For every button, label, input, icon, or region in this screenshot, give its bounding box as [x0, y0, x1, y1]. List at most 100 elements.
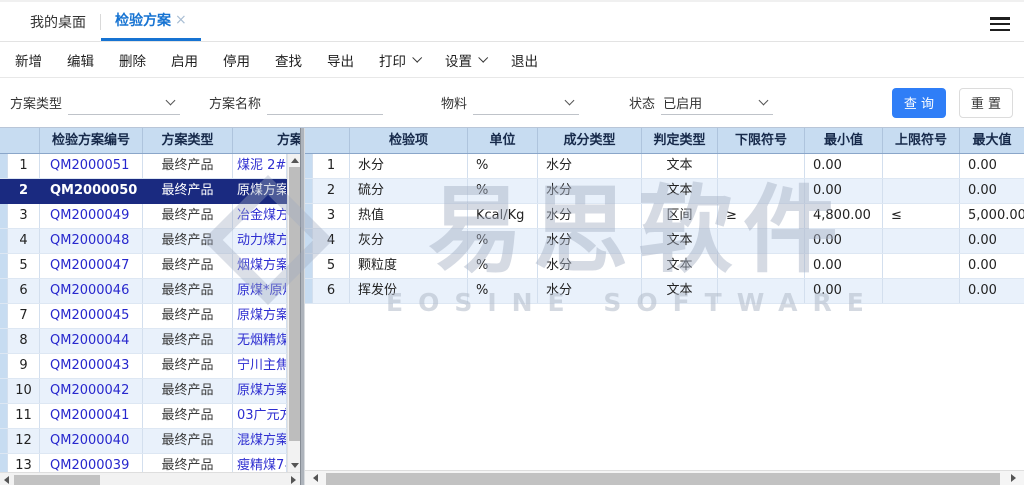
plan-row[interactable]: 4QM2000048最终产品动力煤方案 [0, 229, 287, 254]
enable-button[interactable]: 启用 [171, 50, 198, 70]
scrollbar-thumb[interactable] [289, 167, 300, 441]
plan-row[interactable]: 7QM2000045最终产品原煤方案 [0, 304, 287, 329]
plan-rows: 1QM2000051最终产品煤泥 2#方案 2QM2000050最终产品原煤方案… [0, 154, 287, 472]
col-plan-name: 方案名称 [233, 128, 300, 153]
find-button[interactable]: 查找 [275, 50, 302, 70]
grid-area: 检验方案编号 方案类型 方案名称 1QM2000051最终产品煤泥 2#方案 2… [0, 127, 1024, 485]
plan-code-link[interactable]: QM2000048 [40, 229, 143, 253]
col-plan-type: 方案类型 [143, 128, 233, 153]
edit-button[interactable]: 编辑 [67, 50, 94, 70]
plan-code-link[interactable]: QM2000042 [40, 379, 143, 403]
query-button[interactable]: 查 询 [892, 88, 946, 118]
col-item: 检验项 [350, 128, 468, 153]
plan-code-link[interactable]: QM2000047 [40, 254, 143, 278]
close-icon[interactable]: × [175, 12, 187, 28]
plan-row[interactable]: 11QM2000041最终产品03广元方案 [0, 404, 287, 429]
row-indicator [0, 379, 8, 403]
delete-button[interactable]: 删除 [119, 50, 146, 70]
row-indicator [305, 204, 313, 228]
col-lower-symbol: 下限符号 [718, 128, 805, 153]
row-indicator [0, 429, 8, 453]
plan-row[interactable]: 3QM2000049最终产品冶金煤方案 [0, 204, 287, 229]
tab-inspection-plan[interactable]: 检验方案 × [101, 2, 201, 41]
row-indicator [0, 304, 8, 328]
col-judge-type: 判定类型 [642, 128, 718, 153]
horizontal-scrollbar-right[interactable] [305, 470, 1024, 485]
row-indicator [0, 454, 8, 472]
plan-row[interactable]: 12QM2000040最终产品混煤方案 [0, 429, 287, 454]
toolbar: 新增 编辑 删除 启用 停用 查找 导出 打印 设置 退出 [0, 42, 1024, 78]
app-window: 我的桌面 检验方案 × 新增 编辑 删除 启用 停用 查找 导出 打印 设置 退… [0, 0, 1024, 485]
status-select[interactable]: 已启用 [661, 91, 773, 115]
row-indicator [305, 279, 313, 303]
material-select[interactable] [473, 91, 579, 115]
item-row[interactable]: 5颗粒度%水分文本0.000.00 [305, 254, 1024, 279]
plan-row-selected[interactable]: 2QM2000050最终产品原煤方案 [0, 179, 287, 204]
vertical-scrollbar[interactable] [287, 154, 300, 472]
item-grid-header: 检验项 单位 成分类型 判定类型 下限符号 最小值 上限符号 最大值 [305, 128, 1024, 154]
plan-name-input[interactable] [267, 91, 383, 115]
plan-code-link[interactable]: QM2000040 [40, 429, 143, 453]
status-label: 状态 [629, 93, 655, 112]
plan-code-link[interactable]: QM2000051 [40, 154, 143, 178]
plan-code-link[interactable]: QM2000049 [40, 204, 143, 228]
scrollbar-thumb[interactable] [14, 475, 100, 485]
plan-type-select[interactable] [68, 91, 180, 115]
tab-my-desktop[interactable]: 我的桌面 [16, 2, 100, 41]
disable-button[interactable]: 停用 [223, 50, 250, 70]
row-indicator [0, 354, 8, 378]
plan-type-label: 方案类型 [10, 93, 62, 112]
plan-row[interactable]: 6QM2000046最终产品原煤*原煤 [0, 279, 287, 304]
plan-code-link[interactable]: QM2000044 [40, 329, 143, 353]
plan-row[interactable]: 5QM2000047最终产品烟煤方案 [0, 254, 287, 279]
item-row[interactable]: 4灰分%水分文本0.000.00 [305, 229, 1024, 254]
plan-code-link[interactable]: QM2000045 [40, 304, 143, 328]
item-row[interactable]: 6挥发份%水分文本0.000.00 [305, 279, 1024, 304]
plan-list-grid: 检验方案编号 方案类型 方案名称 1QM2000051最终产品煤泥 2#方案 2… [0, 128, 300, 485]
add-button[interactable]: 新增 [15, 50, 42, 70]
item-row[interactable]: 2硫分%水分文本0.000.00 [305, 179, 1024, 204]
row-indicator [0, 329, 8, 353]
plan-code-link[interactable]: QM2000050 [40, 179, 143, 203]
row-indicator [0, 179, 8, 203]
col-unit: 单位 [468, 128, 538, 153]
plan-code-link[interactable]: QM2000039 [40, 454, 143, 472]
print-dropdown-button[interactable]: 打印 [379, 50, 420, 70]
tab-label: 检验方案 [115, 10, 171, 30]
row-indicator [305, 154, 313, 178]
item-row[interactable]: 1水分%水分文本0.000.00 [305, 154, 1024, 179]
scrollbar-thumb[interactable] [326, 473, 1000, 485]
scroll-down-icon[interactable] [291, 463, 299, 468]
row-indicator [0, 204, 8, 228]
reset-button[interactable]: 重 置 [959, 88, 1013, 118]
plan-row[interactable]: 9QM2000043最终产品宁川主焦 [0, 354, 287, 379]
plan-row[interactable]: 10QM2000042最终产品原煤方案 [0, 379, 287, 404]
plan-code-link[interactable]: QM2000043 [40, 354, 143, 378]
scroll-left-icon[interactable] [4, 476, 9, 484]
scroll-right-icon[interactable] [1011, 474, 1016, 482]
item-row[interactable]: 3热值Kcal/Kg水分区间≥4,800.00≤5,000.00 [305, 204, 1024, 229]
scroll-left-icon[interactable] [313, 474, 318, 482]
plan-row[interactable]: 8QM2000044最终产品无烟精煤 [0, 329, 287, 354]
plan-name-label: 方案名称 [209, 93, 261, 112]
scroll-right-icon[interactable] [291, 476, 296, 484]
scroll-up-icon[interactable] [291, 158, 299, 163]
settings-dropdown-button[interactable]: 设置 [445, 50, 486, 70]
row-indicator [0, 254, 8, 278]
plan-code-link[interactable]: QM2000046 [40, 279, 143, 303]
plan-row[interactable]: 13QM2000039最终产品瘦精煤7# [0, 454, 287, 472]
horizontal-scrollbar-left[interactable] [0, 472, 300, 485]
plan-row[interactable]: 1QM2000051最终产品煤泥 2#方案 [0, 154, 287, 179]
material-label: 物料 [441, 93, 467, 112]
exit-button[interactable]: 退出 [511, 50, 538, 70]
col-upper-symbol: 上限符号 [883, 128, 960, 153]
item-rows: 1水分%水分文本0.000.00 2硫分%水分文本0.000.00 3热值Kca… [305, 154, 1024, 304]
hamburger-menu-icon[interactable] [990, 17, 1010, 31]
chevron-down-icon [759, 96, 769, 106]
chevron-down-icon [166, 96, 176, 106]
export-button[interactable]: 导出 [327, 50, 354, 70]
tab-bar: 我的桌面 检验方案 × [0, 0, 1024, 42]
plan-code-link[interactable]: QM2000041 [40, 404, 143, 428]
row-indicator [305, 254, 313, 278]
tab-label: 我的桌面 [30, 12, 86, 32]
